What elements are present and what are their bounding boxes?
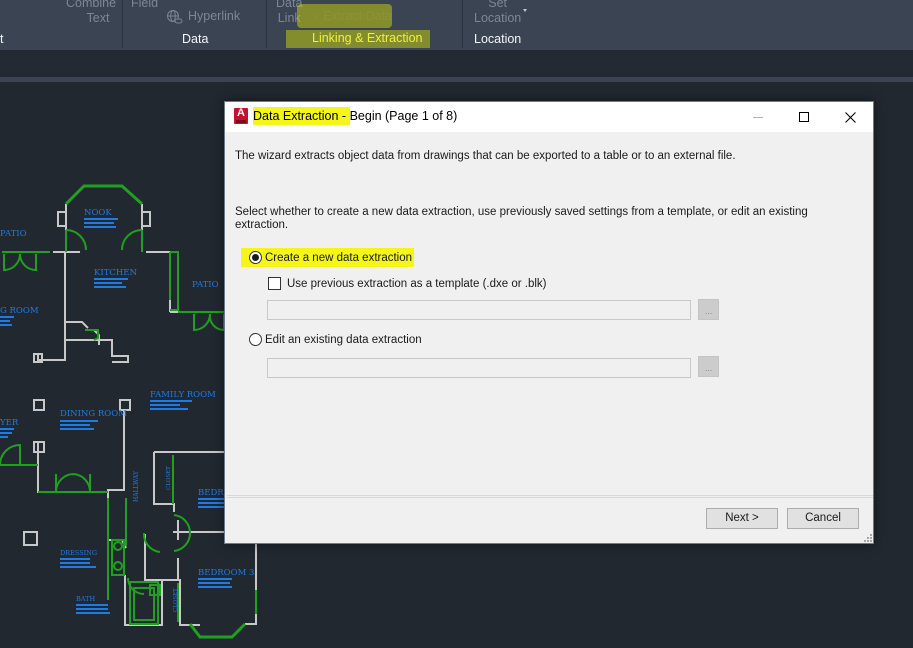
instruction-text: Select whether to create a new data extr… <box>235 206 808 231</box>
room-label-dressing: DRESSING <box>60 549 97 557</box>
panel-separator <box>266 0 267 48</box>
dialog-title-rest: Begin (Page 1 of 8) <box>349 109 458 123</box>
maximize-button[interactable] <box>781 102 827 132</box>
panel-separator <box>122 0 123 48</box>
radio-button-create-new[interactable] <box>249 251 262 264</box>
extract-data-icon <box>313 13 318 19</box>
panel-title-linking-label: Linking & Extraction <box>312 31 423 45</box>
room-label-dining-room: DINING ROOM <box>60 409 127 419</box>
room-label-kitchen: KITCHEN <box>94 268 137 278</box>
checkbox-label-use-template: Use previous extraction as a template (.… <box>287 277 547 290</box>
radio-button-edit-existing[interactable] <box>249 333 262 346</box>
checkbox-box[interactable] <box>268 277 281 290</box>
globe-icon <box>167 10 183 24</box>
toolbar-strip <box>0 50 913 77</box>
panel-separator <box>462 0 463 48</box>
room-label-patio-right: PATIO <box>192 280 219 290</box>
combine-text-button[interactable]: Combine Text <box>66 0 116 26</box>
cancel-button[interactable]: Cancel <box>787 508 859 529</box>
radio-label-create-new: Create a new data extraction <box>265 251 413 264</box>
room-label-nook: NOOK <box>84 208 112 218</box>
existing-browse-button[interactable]: ... <box>698 356 719 377</box>
set-location-label-2: Location <box>474 11 522 25</box>
maximize-icon <box>799 112 809 122</box>
dropdown-arrow-icon[interactable] <box>523 9 527 12</box>
radio-create-new-extraction[interactable]: Create a new data extraction <box>241 248 415 267</box>
panel-title-location: Location <box>474 32 522 46</box>
field-button[interactable]: Field <box>131 0 158 11</box>
room-label-bedroom: BEDR <box>198 488 224 498</box>
checkbox-use-template[interactable]: Use previous extraction as a template (.… <box>268 277 547 290</box>
room-label-family-room: FAMILY ROOM <box>150 390 216 400</box>
combine-text-label-2: Text <box>86 11 110 25</box>
data-extraction-dialog: A Data Extraction - Begin (Page 1 of 8) … <box>224 101 874 544</box>
room-label-foyer: YER <box>0 418 19 428</box>
walls <box>23 204 257 626</box>
room-label-patio-left: PATIO <box>0 229 27 239</box>
room-label-hallway: HALLWAY <box>133 470 140 502</box>
intro-text: The wizard extracts object data from dra… <box>235 150 736 162</box>
set-location-label-1: Set <box>488 0 508 10</box>
dialog-title-highlighted: Data Extraction - <box>253 107 350 125</box>
dialog-separator <box>227 495 873 498</box>
dialog-title: Data Extraction - Begin (Page 1 of 8) <box>253 107 458 125</box>
radio-edit-existing-extraction[interactable]: Edit an existing data extraction <box>249 333 422 346</box>
room-label-closet: CLOSET <box>166 466 172 490</box>
panel-title-text: t <box>0 32 4 46</box>
room-label-living-room: G ROOM <box>0 306 39 316</box>
ribbon: Combine Text Field Hyperlink Data Link E… <box>0 0 913 50</box>
next-button[interactable]: Next > <box>706 508 778 529</box>
app-icon-letter: A <box>237 107 245 119</box>
template-path-input[interactable] <box>267 300 691 320</box>
set-location-button[interactable]: Set Location <box>474 0 521 26</box>
room-label-bedroom-3: BEDROOM 3 <box>198 568 254 578</box>
panel-title-linking-extraction: Linking & Extraction <box>286 30 431 48</box>
room-label-closet: CLOSET <box>173 588 179 612</box>
radio-label-edit-existing: Edit an existing data extraction <box>265 333 422 346</box>
minimize-icon <box>753 116 763 118</box>
hyperlink-button[interactable]: Hyperlink <box>166 9 240 24</box>
close-button[interactable] <box>827 102 873 132</box>
extract-data-button[interactable]: Extract Data <box>297 4 392 28</box>
extract-data-label: Extract Data <box>323 8 392 23</box>
template-browse-button[interactable]: ... <box>698 299 719 320</box>
panel-title-data: Data <box>182 32 209 46</box>
dialog-titlebar[interactable]: A Data Extraction - Begin (Page 1 of 8) <box>225 102 873 132</box>
combine-text-label-1: Combine <box>66 0 117 10</box>
existing-path-input[interactable] <box>267 358 691 378</box>
autocad-app-icon: A <box>234 108 248 124</box>
room-label-bath: BATH <box>76 595 95 603</box>
hyperlink-label: Hyperlink <box>188 9 241 23</box>
resize-grip-icon[interactable] <box>862 532 872 542</box>
minimize-button[interactable] <box>735 102 781 132</box>
close-icon <box>844 111 856 123</box>
